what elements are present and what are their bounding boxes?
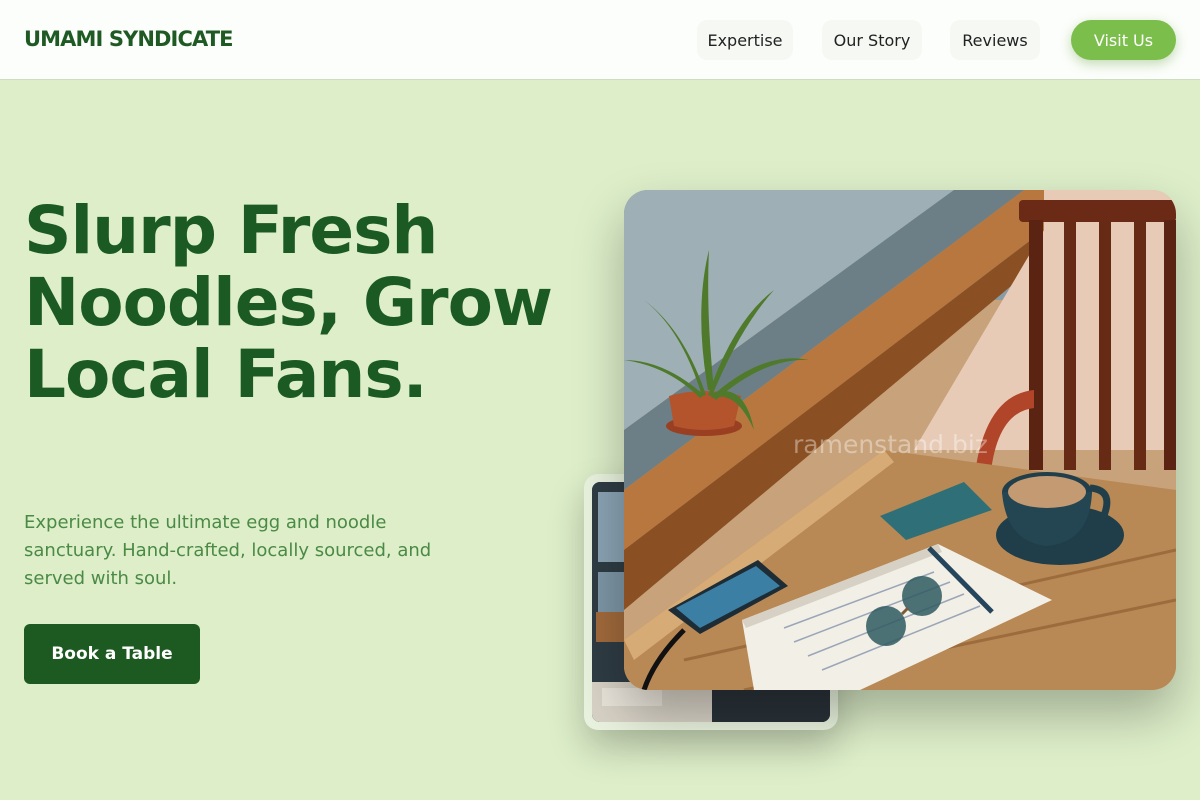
navbar: UMAMI SYNDICATE Expertise Our Story Revi…	[0, 0, 1200, 80]
nav-link-reviews[interactable]: Reviews	[950, 20, 1040, 60]
book-table-button[interactable]: Book a Table	[24, 624, 200, 684]
visit-us-button[interactable]: Visit Us	[1071, 20, 1176, 60]
hero-subtitle: Experience the ultimate egg and noodle s…	[24, 512, 432, 589]
brand-logo[interactable]: UMAMI SYNDICATE	[24, 27, 233, 51]
hero-title: Slurp Fresh Noodles, Grow Local Fans.	[24, 192, 553, 413]
watermark-text: ramenstand.biz	[793, 430, 988, 459]
nav-link-expertise[interactable]: Expertise	[697, 20, 793, 60]
nav-link-our-story[interactable]: Our Story	[822, 20, 922, 60]
